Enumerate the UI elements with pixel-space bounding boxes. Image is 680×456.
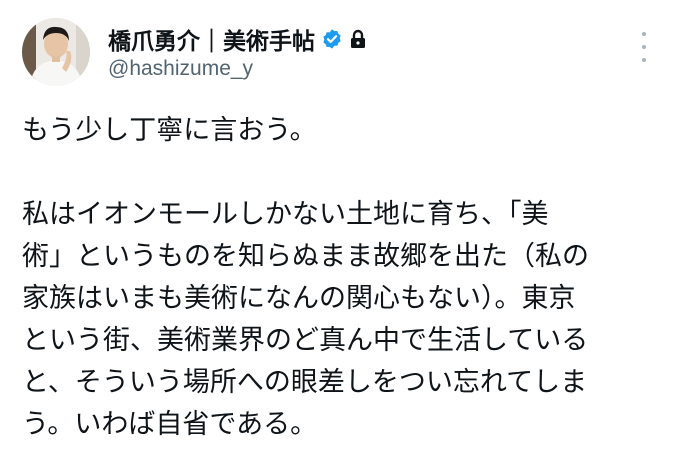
verified-badge-icon bbox=[321, 28, 343, 50]
tweet-line: 術」というものを知らぬまま故郷を出た（私の bbox=[22, 241, 589, 272]
tweet-paragraph-1: もう少し丁寧に言おう。 bbox=[22, 115, 317, 146]
more-vertical-icon bbox=[642, 32, 646, 36]
tweet-text: もう少し丁寧に言おう。 私はイオンモールしかない土地に育ち、「美 術」というもの… bbox=[22, 110, 662, 446]
tweet-card: 橋爪勇介｜美術手帖 @hashizume_y もう少し丁寧に言おう。 私はイオン… bbox=[0, 0, 680, 456]
more-options-button[interactable] bbox=[634, 32, 654, 62]
tweet-line: う。いわば自省である。 bbox=[22, 409, 318, 440]
author-handle[interactable]: @hashizume_y bbox=[108, 57, 367, 81]
author-names: 橋爪勇介｜美術手帖 @hashizume_y bbox=[108, 24, 367, 81]
lock-icon bbox=[349, 29, 367, 49]
tweet-line: と、そういう場所への眼差しをつい忘れてしま bbox=[22, 367, 588, 398]
name-row: 橋爪勇介｜美術手帖 bbox=[108, 22, 367, 56]
avatar[interactable] bbox=[22, 18, 90, 86]
tweet-line: という街、美術業界のど真ん中で生活している bbox=[22, 325, 589, 356]
tweet-header: 橋爪勇介｜美術手帖 @hashizume_y bbox=[22, 18, 367, 86]
tweet-line: 家族はいまも美術になんの関心もない）。東京 bbox=[22, 283, 576, 314]
tweet-line: 私はイオンモールしかない土地に育ち、「美 bbox=[22, 199, 549, 230]
avatar-image bbox=[22, 18, 90, 86]
display-name[interactable]: 橋爪勇介｜美術手帖 bbox=[108, 22, 315, 56]
